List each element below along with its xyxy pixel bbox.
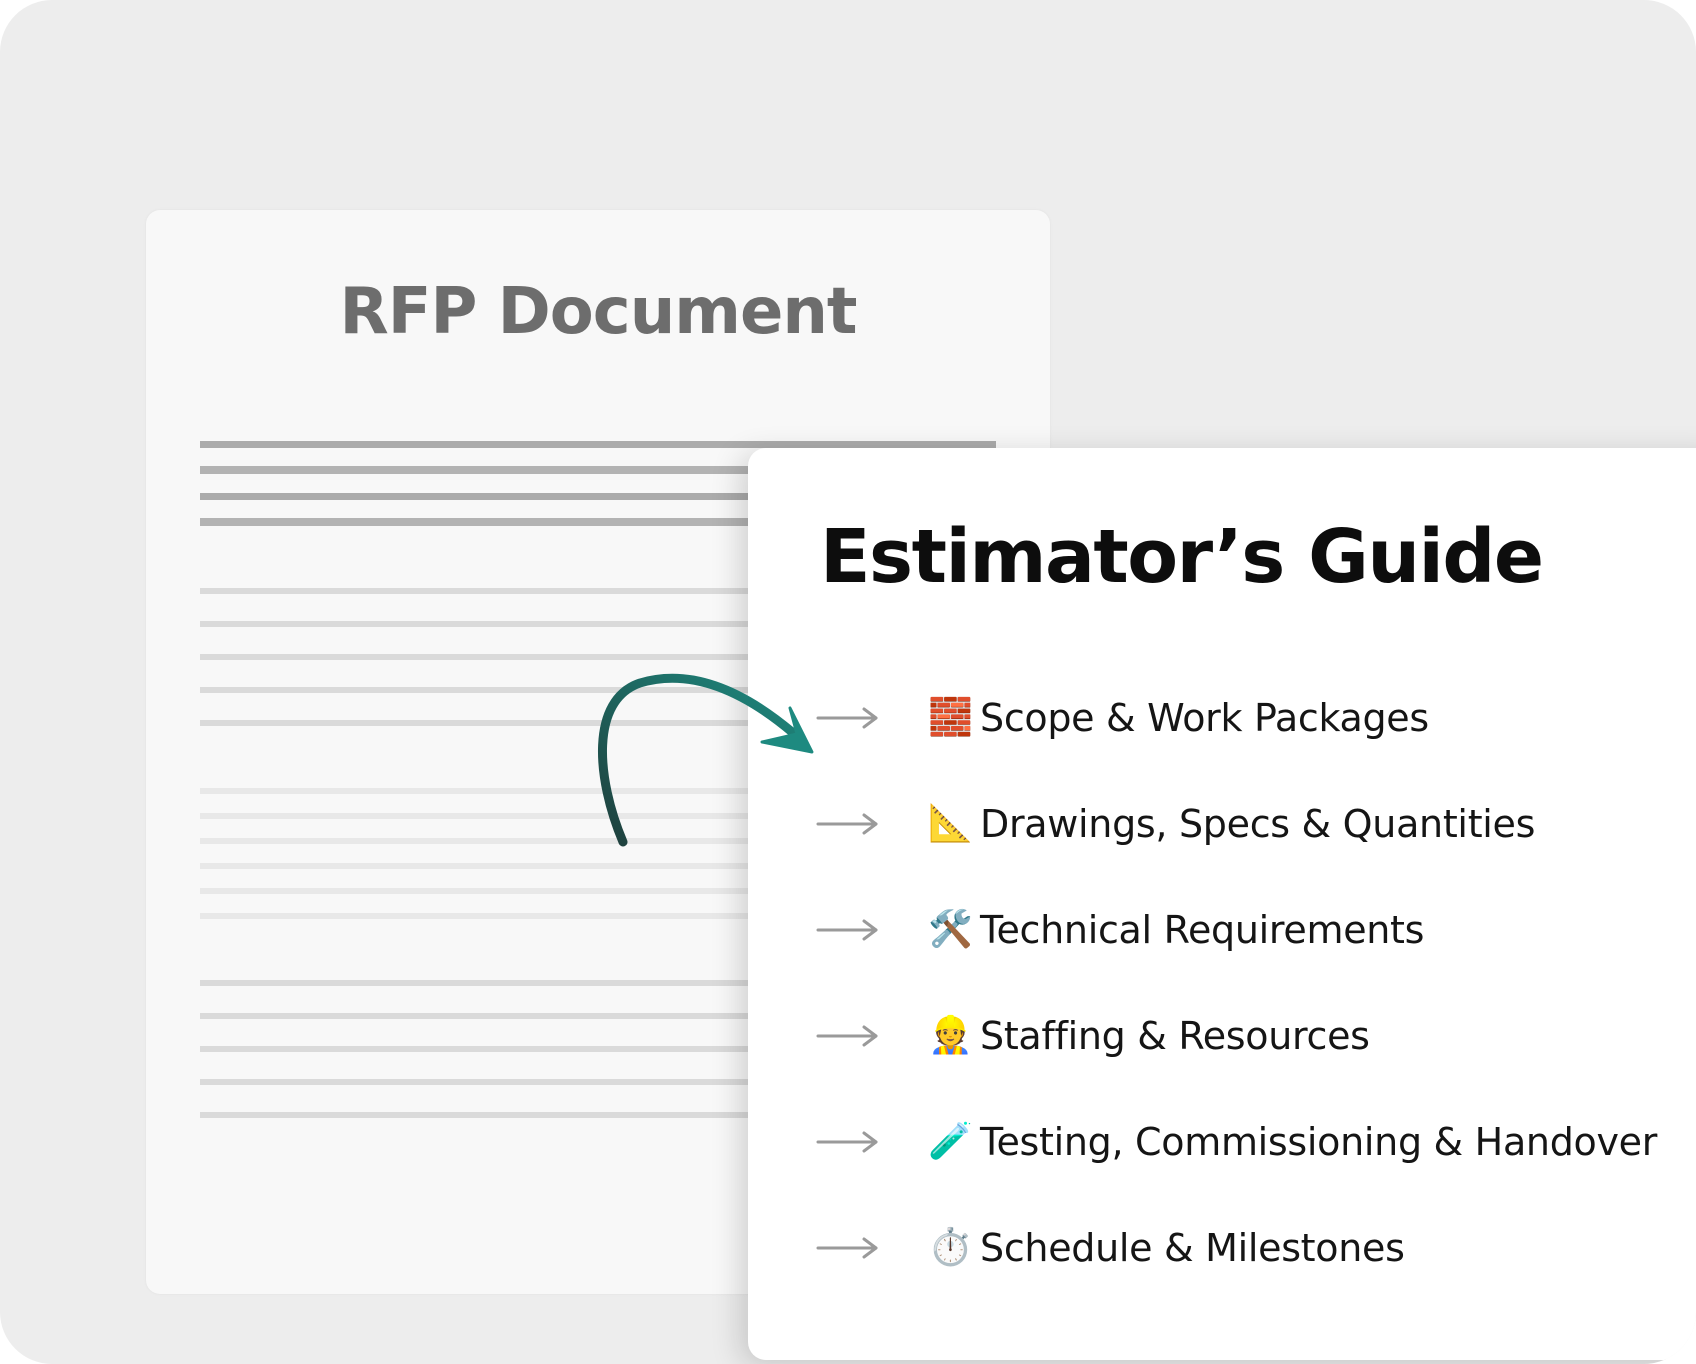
bricks-icon: 🧱 (928, 697, 973, 738)
guide-item-staffing[interactable]: 👷 Staffing & Resources (816, 1006, 1696, 1066)
guide-item-label: Technical Requirements (980, 908, 1425, 952)
canvas: RFP Document Estimator’s Guide 🧱 Scope &… (0, 0, 1696, 1364)
right-arrow-icon (816, 1237, 878, 1259)
guide-item-label: Drawings, Specs & Quantities (980, 802, 1536, 846)
guide-item-scope[interactable]: 🧱 Scope & Work Packages (816, 688, 1696, 748)
guide-item-label: Testing, Commissioning & Handover (980, 1120, 1658, 1164)
right-arrow-icon (816, 707, 878, 729)
stopwatch-icon: ⏱️ (928, 1227, 973, 1268)
guide-item-label: Schedule & Milestones (980, 1226, 1405, 1270)
hammer-and-wrench-icon: 🛠️ (928, 909, 973, 950)
right-arrow-icon (816, 813, 878, 835)
guide-item-label: Staffing & Resources (980, 1014, 1370, 1058)
triangular-ruler-icon: 📐 (928, 803, 973, 844)
estimators-guide-card: Estimator’s Guide 🧱 Scope & Work Package… (748, 448, 1696, 1360)
guide-item-technical[interactable]: 🛠️ Technical Requirements (816, 900, 1696, 960)
right-arrow-icon (816, 1025, 878, 1047)
text-line-placeholder (200, 441, 996, 448)
test-tube-icon: 🧪 (928, 1121, 973, 1162)
guide-item-drawings[interactable]: 📐 Drawings, Specs & Quantities (816, 794, 1696, 854)
construction-worker-icon: 👷 (928, 1015, 973, 1056)
estimators-guide-title: Estimator’s Guide (820, 514, 1544, 600)
guide-item-label: Scope & Work Packages (980, 696, 1429, 740)
right-arrow-icon (816, 919, 878, 941)
right-arrow-icon (816, 1131, 878, 1153)
rfp-document-title: RFP Document (339, 275, 857, 349)
guide-item-schedule[interactable]: ⏱️ Schedule & Milestones (816, 1218, 1696, 1278)
guide-item-testing[interactable]: 🧪 Testing, Commissioning & Handover (816, 1112, 1696, 1172)
